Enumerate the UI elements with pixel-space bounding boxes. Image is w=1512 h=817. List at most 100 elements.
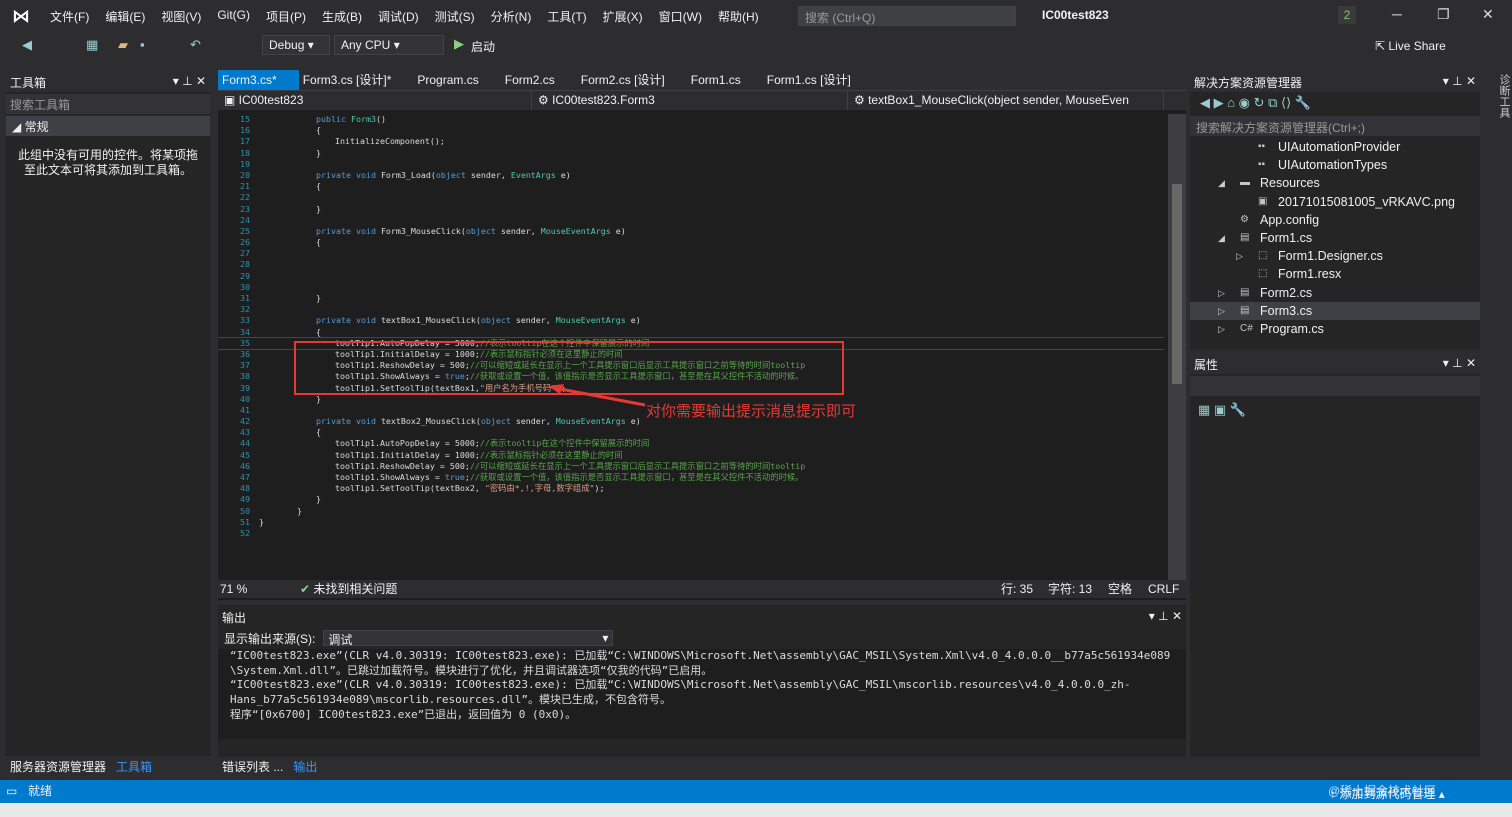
line-number: 43: [218, 427, 254, 438]
expand-icon[interactable]: ◢: [1218, 174, 1225, 192]
line-number: 27: [218, 248, 254, 259]
panel-controls[interactable]: ▾ ⊥ ✕: [1443, 74, 1476, 88]
solution-item[interactable]: ⬚Form1.resx: [1190, 265, 1480, 283]
new-item-icon[interactable]: ▦: [86, 37, 98, 53]
menu-item[interactable]: 测试(S): [427, 8, 483, 25]
editor-tab[interactable]: Program.cs: [413, 70, 500, 90]
solution-item[interactable]: ⚙App.config: [1190, 211, 1480, 229]
solution-item[interactable]: ▪▪UIAutomationTypes: [1190, 156, 1480, 174]
line-number: 26: [218, 237, 254, 248]
save-icon[interactable]: ▪: [140, 37, 145, 52]
member-dropdown[interactable]: ⚙ textBox1_MouseClick(object sender, Mou…: [848, 91, 1164, 110]
editor-tab[interactable]: Form3.cs*: [218, 70, 299, 90]
code-token: EventArgs: [511, 170, 561, 180]
close-icon[interactable]: ✕: [1482, 6, 1494, 23]
search-input[interactable]: 搜索 (Ctrl+Q): [798, 6, 1016, 26]
platform-select[interactable]: Any CPU ▾: [334, 35, 444, 55]
annotation-arrow: [540, 380, 650, 410]
output-line: 程序“[0x6700] IC00test823.exe”已退出，返回值为 0 (…: [230, 708, 1174, 723]
line-number: 50: [218, 506, 254, 517]
solution-item[interactable]: ▷▤Form3.cs: [1190, 302, 1480, 320]
toolbox-search[interactable]: 搜索工具箱: [6, 94, 210, 114]
editor-tab[interactable]: Form1.cs [设计]: [763, 70, 873, 90]
solution-toolbar[interactable]: ◀ ▶ ⌂ ◉ ↻ ⧉ ⟨⟩ 🔧: [1190, 92, 1480, 116]
expand-icon[interactable]: ◢: [1218, 229, 1225, 247]
back-icon[interactable]: ◀: [22, 37, 32, 53]
status-bar: ▭ 就绪 @稀土掘金技术社区 ↑ 添加到源代码管理 ▴: [0, 780, 1512, 803]
diagnostic-tools-tab[interactable]: 诊断工具: [1484, 70, 1512, 756]
menu-item[interactable]: 工具(T): [539, 8, 594, 25]
panel-controls[interactable]: ▾ ⊥ ✕: [1149, 609, 1182, 623]
menu-item[interactable]: 生成(B): [314, 8, 370, 25]
object-select[interactable]: [1190, 376, 1480, 396]
project-dropdown[interactable]: ▣ IC00test823: [218, 91, 532, 110]
menu-item[interactable]: 窗口(W): [651, 8, 710, 25]
solution-search[interactable]: 搜索解决方案资源管理器(Ctrl+;): [1190, 116, 1480, 136]
code-token: textBox1_MouseClick(: [381, 315, 481, 325]
code-token: );: [595, 483, 605, 493]
menu-item[interactable]: Git(G): [209, 8, 258, 25]
code-token: //可以缩短或延长在显示上一个工具提示窗口后显示工具提示窗口之前等待的时间too…: [470, 461, 805, 471]
toolbox-group-general[interactable]: ◢ 常规: [6, 116, 210, 136]
output-source-select[interactable]: 调试▾: [323, 630, 613, 646]
solution-item[interactable]: ◢▤Form1.cs: [1190, 229, 1480, 247]
file-icon: ⚙: [1240, 211, 1249, 229]
live-share-button[interactable]: ⇱ Live Share: [1375, 39, 1446, 53]
expand-icon[interactable]: ▷: [1218, 320, 1225, 338]
expand-icon[interactable]: ▷: [1218, 284, 1225, 302]
tab-output[interactable]: 输出: [293, 760, 317, 774]
minimize-icon[interactable]: ─: [1392, 6, 1402, 22]
notification-badge[interactable]: 2: [1338, 6, 1356, 24]
menu-item[interactable]: 项目(P): [258, 8, 314, 25]
file-icon: C#: [1240, 320, 1253, 338]
menu-item[interactable]: 扩展(X): [595, 8, 651, 25]
menu-item[interactable]: 调试(D): [370, 8, 427, 25]
menu-item[interactable]: 帮助(H): [710, 8, 767, 25]
expand-icon[interactable]: ▷: [1236, 247, 1243, 265]
restore-icon[interactable]: ❐: [1437, 6, 1450, 23]
solution-item[interactable]: ▷C#Program.cs: [1190, 320, 1480, 338]
solution-explorer: 解决方案资源管理器▾ ⊥ ✕ ◀ ▶ ⌂ ◉ ↻ ⧉ ⟨⟩ 🔧 搜索解决方案资源…: [1190, 70, 1480, 350]
editor-tab[interactable]: Form1.cs: [687, 70, 763, 90]
solution-item[interactable]: ◢▬Resources: [1190, 174, 1480, 192]
config-select[interactable]: Debug ▾: [262, 35, 330, 55]
menu-item[interactable]: 分析(N): [483, 8, 540, 25]
properties-toolbar[interactable]: ▦ ▣ 🔧: [1190, 396, 1480, 424]
editor-tab[interactable]: Form2.cs: [501, 70, 577, 90]
code-line: 43{: [218, 427, 1164, 438]
panel-controls[interactable]: ▾ ⊥ ✕: [173, 74, 206, 88]
code-text: toolTip1.SetToolTip(textBox2, "密码由*,!,字母…: [335, 483, 605, 494]
line-number: 36: [218, 349, 254, 360]
solution-item[interactable]: ▪▪UIAutomationProvider: [1190, 138, 1480, 156]
toolbar: ◀ ▦ ▰ ▪ ↶ Debug ▾ Any CPU ▾ ▶ 启动 ⇱ Live …: [0, 32, 1512, 58]
code-token: object: [481, 315, 516, 325]
solution-item-label: Form1.Designer.cs: [1278, 247, 1383, 265]
solution-item[interactable]: ▣20171015081005_vRKAVC.png: [1190, 193, 1480, 211]
code-line: 52: [218, 528, 1164, 539]
panel-controls[interactable]: ▾ ⊥ ✕: [1443, 356, 1476, 370]
issues-status[interactable]: ✔ 未找到相关问题: [300, 580, 397, 598]
output-text[interactable]: “IC00test823.exe”(CLR v4.0.30319: IC00te…: [218, 649, 1186, 739]
menu-item[interactable]: 编辑(E): [97, 8, 153, 25]
menu-item[interactable]: 文件(F): [42, 8, 97, 25]
expand-icon[interactable]: ▷: [1218, 302, 1225, 320]
code-line: 50}: [218, 506, 1164, 517]
zoom-level[interactable]: 71 %: [220, 580, 247, 598]
tab-toolbox[interactable]: 工具箱: [116, 760, 152, 774]
menu-item[interactable]: 视图(V): [153, 8, 209, 25]
editor-scrollbar[interactable]: [1168, 114, 1186, 580]
code-token: private void: [316, 315, 381, 325]
solution-item[interactable]: ▷⬚Form1.Designer.cs: [1190, 247, 1480, 265]
start-button[interactable]: 启动: [471, 38, 495, 55]
undo-icon[interactable]: ↶: [190, 37, 201, 53]
solution-item[interactable]: ▷▤Form2.cs: [1190, 284, 1480, 302]
tab-error-list[interactable]: 错误列表 ...: [222, 760, 283, 774]
play-icon[interactable]: ▶: [454, 36, 464, 52]
editor-tab[interactable]: Form2.cs [设计]: [577, 70, 687, 90]
file-icon: ⬚: [1258, 265, 1267, 283]
class-dropdown[interactable]: ⚙ IC00test823.Form3: [532, 91, 848, 110]
code-token: toolTip1.InitialDelay = 1000;: [335, 450, 480, 460]
open-icon[interactable]: ▰: [118, 37, 128, 53]
tab-server-explorer[interactable]: 服务器资源管理器: [10, 760, 106, 774]
editor-tab[interactable]: Form3.cs [设计]*: [299, 70, 414, 90]
